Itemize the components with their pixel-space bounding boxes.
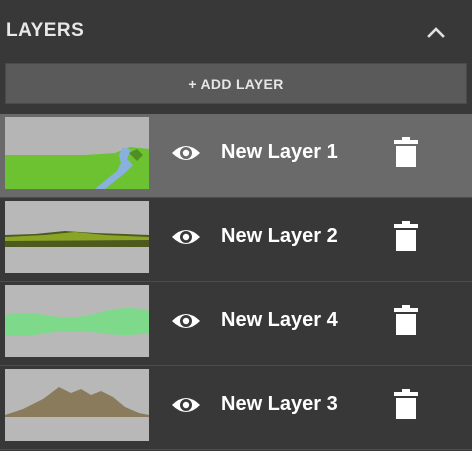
layer-name: New Layer 4: [221, 309, 338, 331]
layer-row[interactable]: New Layer 1: [0, 114, 472, 198]
layer-row[interactable]: New Layer 3: [0, 366, 472, 450]
layer-name: New Layer 2: [221, 225, 338, 247]
layer-thumbnail: [5, 369, 149, 441]
eye-icon[interactable]: [170, 226, 202, 248]
layer-row[interactable]: New Layer 4: [0, 282, 472, 366]
trash-icon[interactable]: [392, 136, 420, 168]
panel-title: LAYERS: [6, 20, 85, 41]
add-layer-button[interactable]: + ADD LAYER: [5, 63, 467, 104]
divider: [0, 449, 472, 450]
chevron-up-icon[interactable]: [424, 22, 448, 42]
trash-icon[interactable]: [392, 304, 420, 336]
layer-name: New Layer 3: [221, 393, 338, 415]
trash-icon[interactable]: [392, 220, 420, 252]
eye-icon[interactable]: [170, 142, 202, 164]
panel-header: LAYERS: [0, 0, 472, 60]
trash-icon[interactable]: [392, 388, 420, 420]
layers-panel: LAYERS + ADD LAYER New Layer 1 New Layer…: [0, 0, 472, 451]
layer-thumbnail: [5, 117, 149, 189]
layer-thumbnail: [5, 201, 149, 273]
layer-row[interactable]: New Layer 2: [0, 198, 472, 282]
eye-icon[interactable]: [170, 394, 202, 416]
layer-name: New Layer 1: [221, 141, 338, 163]
layer-thumbnail: [5, 285, 149, 357]
eye-icon[interactable]: [170, 310, 202, 332]
